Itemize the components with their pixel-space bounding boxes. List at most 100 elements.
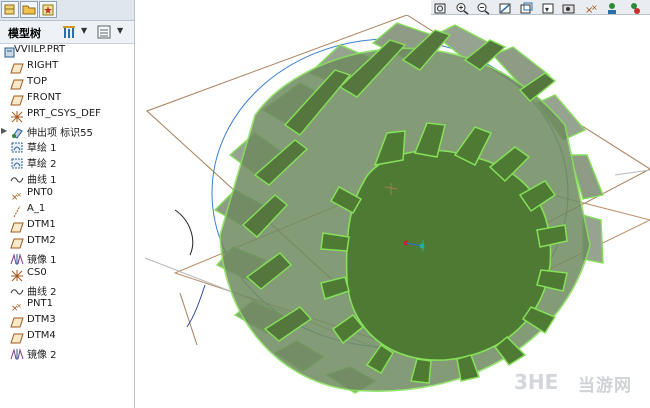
tree-item-label: PNT1 — [27, 298, 53, 310]
tree-item[interactable]: TOP — [0, 75, 133, 90]
sketch-icon — [10, 139, 24, 153]
tree-item-label: 曲线 1 — [27, 175, 57, 187]
panel-title: 模型树 — [8, 27, 41, 40]
tree-item-label: PNT0 — [27, 187, 53, 199]
svg-text:×: × — [16, 302, 22, 310]
tree-item[interactable]: 草绘 1 — [0, 138, 133, 155]
tree-item[interactable]: × × PNT0 — [0, 186, 133, 203]
csys-icon — [10, 267, 24, 281]
datum-plane-icon — [10, 219, 24, 233]
curve-icon — [10, 171, 24, 184]
zoom-in-icon[interactable] — [455, 0, 470, 15]
tree-settings-icon[interactable] — [62, 24, 78, 40]
site-logo-icon: 3HE — [514, 370, 558, 394]
tab-model-tree[interactable] — [1, 1, 19, 18]
folder-icon — [22, 5, 36, 15]
tree-item-label: A_1 — [27, 203, 46, 214]
tree-item-label: VVIILP.PRT — [14, 44, 66, 55]
model-tree-header: 模型树 ▼ ▼ — [0, 21, 134, 44]
tree-item[interactable]: CS0 — [0, 266, 133, 281]
model-tree-panel: 模型树 ▼ ▼ VVIILP.PRT RIGHT TOP FRONT PRT_CSYS_… — [0, 0, 135, 408]
graphics-viewport[interactable]: 3HE 当游网 — [135, 15, 650, 408]
favorites-icon — [42, 4, 54, 16]
datum-point-icon: × × — [10, 298, 24, 314]
tree-item-label: 镜像 2 — [27, 350, 57, 362]
tree-item[interactable]: DTM4 — [0, 329, 133, 344]
tab-favorites[interactable] — [39, 1, 57, 18]
tree-item-label: DTM2 — [27, 234, 56, 246]
spin-center-icon[interactable] — [562, 0, 577, 14]
mirror-icon — [10, 251, 24, 265]
tree-item[interactable]: DTM2 — [0, 234, 133, 249]
tree-item[interactable]: × × PNT1 — [0, 297, 133, 314]
model-tree-tab-icon — [4, 4, 15, 15]
tree-item[interactable]: RIGHT — [0, 59, 133, 74]
tree-item[interactable]: DTM1 — [0, 218, 133, 233]
datum-display-icon[interactable]: × × — [584, 0, 599, 16]
tree-item[interactable]: ▶ 伸出项 标识55 — [0, 123, 133, 139]
tree-item[interactable]: VVIILP.PRT — [0, 43, 133, 58]
refit-icon[interactable] — [433, 0, 448, 14]
datum-edge — [614, 169, 650, 176]
show-menu-icon[interactable] — [96, 24, 112, 40]
chevron-down-icon[interactable]: ▼ — [81, 26, 87, 35]
chevron-down-icon[interactable]: ▼ — [117, 26, 123, 35]
gear-front-face — [345, 149, 552, 361]
tree-item[interactable]: DTM3 — [0, 313, 133, 328]
tree-item-label: DTM3 — [27, 314, 56, 326]
tree-item[interactable]: 草绘 2 — [0, 154, 133, 171]
datum-edge — [179, 292, 198, 346]
appearance-icon[interactable] — [605, 0, 620, 14]
zoom-out-icon[interactable] — [476, 0, 491, 15]
sketch-curve — [174, 209, 194, 256]
view-toolbar: ▾ × × — [431, 0, 650, 16]
saved-views-icon[interactable]: ▾ — [541, 0, 556, 14]
repaint-icon[interactable] — [498, 0, 513, 14]
tree-item[interactable]: 曲线 2 — [0, 282, 133, 298]
datum-plane-icon — [10, 235, 24, 249]
tree-item-label: DTM4 — [27, 330, 56, 342]
tree-item[interactable]: 曲线 1 — [0, 170, 133, 187]
curve-icon — [10, 283, 24, 296]
watermark: 3HE 当游网 — [512, 368, 640, 396]
watermark-text: 当游网 — [578, 376, 632, 396]
datum-plane-icon — [10, 92, 24, 106]
tree-item-label: 伸出项 标识55 — [27, 127, 93, 139]
orient-icon[interactable] — [519, 0, 534, 14]
sketch-curve — [186, 284, 206, 328]
tree-item[interactable]: A_1 — [0, 202, 133, 218]
extrude-icon — [10, 124, 24, 139]
tree-item-label: 镜像 1 — [27, 254, 57, 266]
datum-plane-icon — [10, 60, 24, 74]
tree-item-label: FRONT — [27, 91, 62, 103]
datum-plane-icon — [10, 314, 24, 328]
svg-text:▾: ▾ — [545, 5, 549, 14]
svg-text:×: × — [16, 191, 22, 199]
tree-item[interactable]: 镜像 1 — [0, 250, 133, 266]
datum-axis-icon — [10, 203, 24, 218]
mirror-icon — [10, 346, 24, 361]
csys-icon — [10, 108, 24, 122]
tree-item-label: RIGHT — [27, 59, 59, 71]
tree-item-label: TOP — [27, 75, 48, 87]
tree-item[interactable]: PRT_CSYS_DEF — [0, 107, 133, 122]
tree-item-label: 曲线 2 — [27, 286, 57, 298]
svg-text:×: × — [591, 3, 598, 12]
expand-arrow-icon[interactable]: ▶ — [1, 126, 7, 135]
svg-text:3HE: 3HE — [514, 370, 558, 394]
tab-folder-browser[interactable] — [20, 1, 38, 18]
tree-item-label: 草绘 2 — [27, 159, 57, 171]
sketch-icon — [10, 155, 24, 169]
tree-item[interactable]: 镜像 2 — [0, 345, 133, 362]
tree-item-label: PRT_CSYS_DEF — [27, 107, 101, 119]
navigator-tabs — [0, 0, 134, 21]
tree-item[interactable]: FRONT — [0, 91, 133, 106]
datum-point-icon: × × — [10, 187, 24, 203]
datum-plane-icon — [10, 330, 24, 344]
datum-plane-icon — [10, 76, 24, 90]
tree-item-label: 草绘 1 — [27, 143, 57, 155]
tree-item-label: DTM1 — [27, 218, 56, 230]
gear-model-view — [144, 15, 650, 394]
tree-item-label: CS0 — [27, 266, 47, 278]
settings-icon[interactable] — [627, 0, 642, 14]
